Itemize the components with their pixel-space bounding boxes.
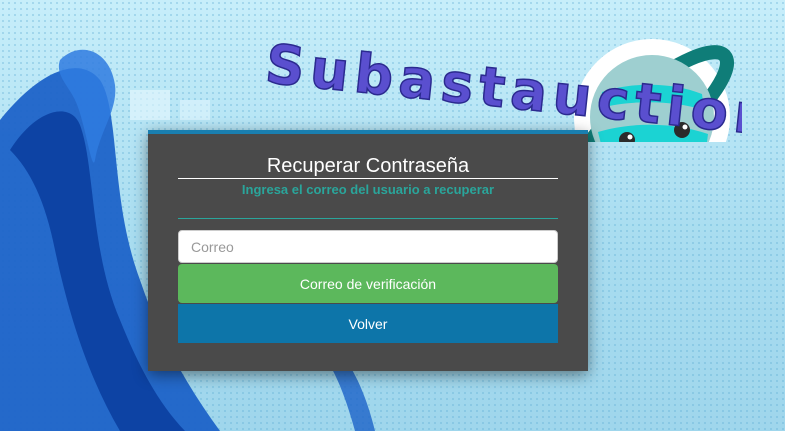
page-subtitle: Ingresa el correo del usuario a recupera… [241,182,495,197]
email-input[interactable] [178,230,558,263]
back-button[interactable]: Volver [178,304,558,343]
send-verification-email-button[interactable]: Correo de verificación [178,264,558,303]
page-title: Recuperar Contraseña [178,154,558,179]
divider [178,218,558,219]
brand-logo: Subastauction [262,32,742,142]
password-recovery-card: Recuperar Contraseña Ingresa el correo d… [148,130,588,371]
card-content: Recuperar Contraseña Ingresa el correo d… [178,134,558,343]
